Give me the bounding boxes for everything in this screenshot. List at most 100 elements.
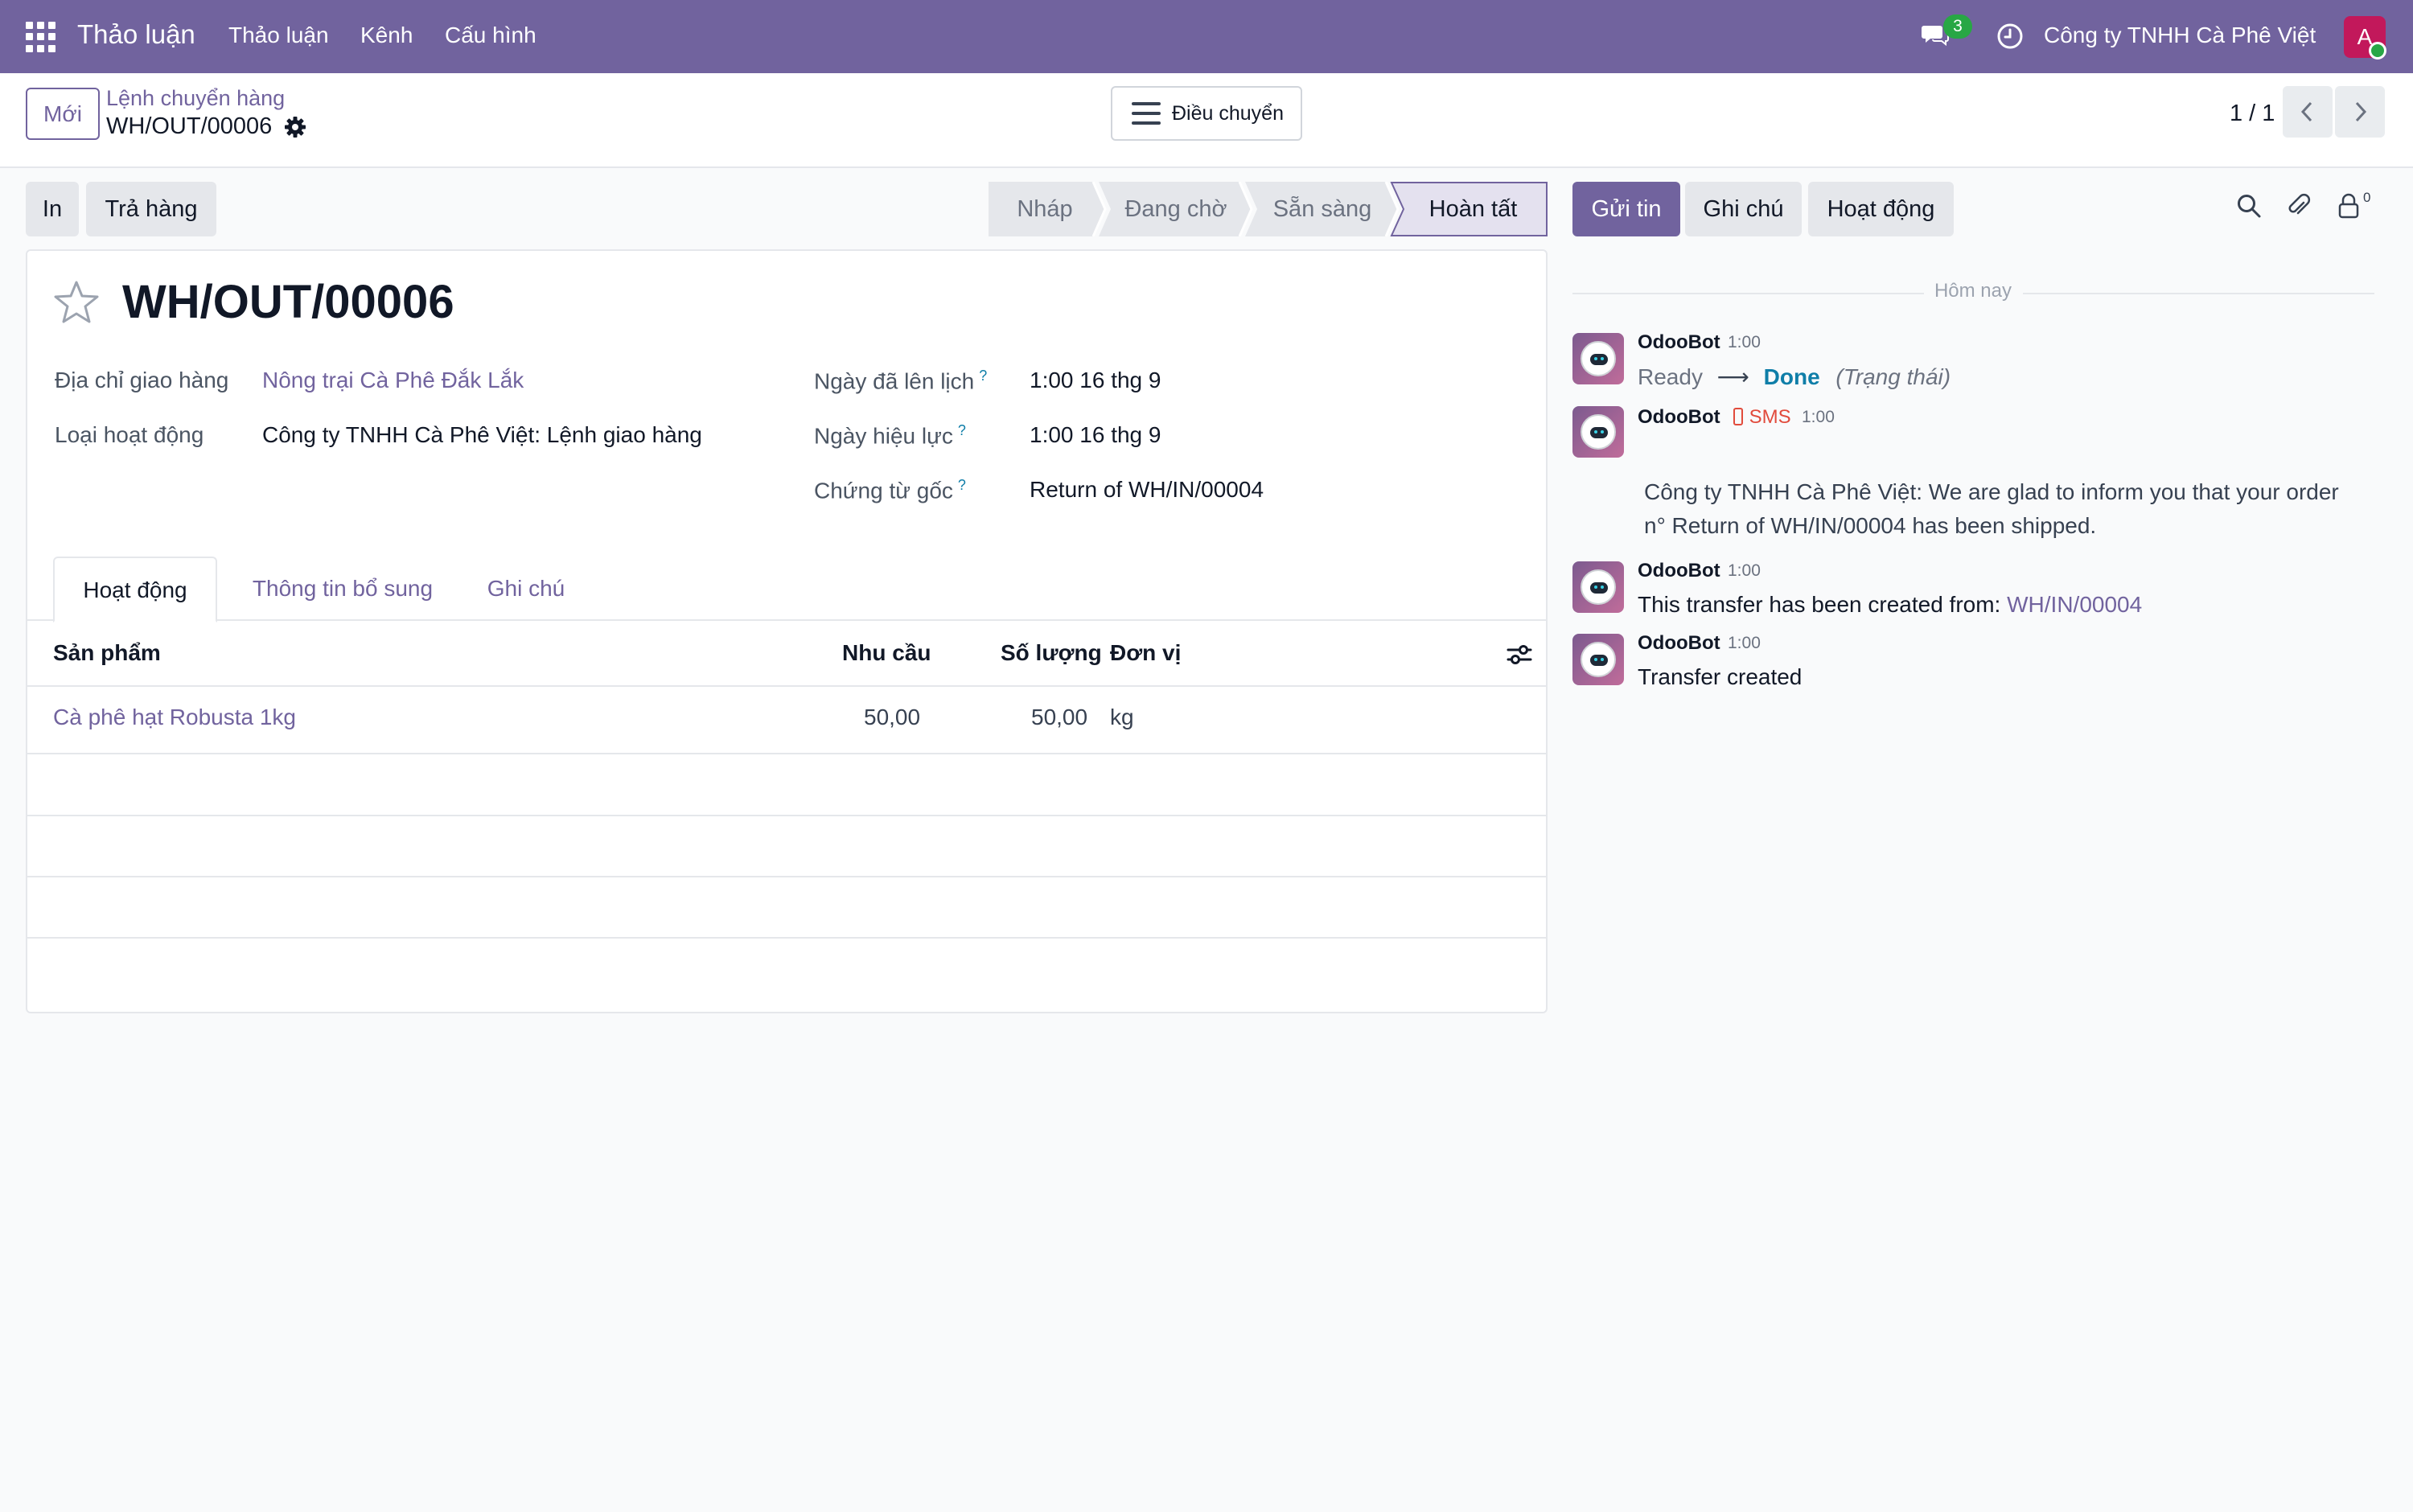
status-step-waiting[interactable]: Đang chờ: [1108, 182, 1244, 236]
app-name[interactable]: Thảo luận: [77, 19, 195, 50]
print-button[interactable]: In: [26, 182, 79, 236]
tracking-new-value: Done: [1763, 364, 1820, 389]
help-tooltip-icon[interactable]: ?: [979, 368, 987, 384]
menu-item-channels[interactable]: Kênh: [360, 23, 413, 48]
paperclip-icon[interactable]: [2286, 193, 2312, 219]
sms-tag: SMS: [1733, 406, 1791, 429]
status-bar: Nháp Đang chờ Sẵn sàng Hoàn tất: [989, 182, 1548, 236]
effective-date-value: 1:00 16 thg 9: [1030, 422, 1161, 447]
status-step-ready[interactable]: Sẵn sàng: [1254, 182, 1391, 236]
tracking-old-value: Ready: [1638, 364, 1703, 389]
clock-icon[interactable]: [1996, 23, 2024, 50]
message-author[interactable]: OdooBot: [1638, 560, 1720, 582]
row-demand: 50,00: [864, 705, 921, 729]
row-product[interactable]: Cà phê hạt Robusta 1kg: [53, 705, 296, 730]
row-unit: kg: [1110, 705, 1134, 729]
column-demand[interactable]: Nhu cầu: [842, 640, 931, 666]
status-step-draft[interactable]: Nháp: [989, 182, 1101, 236]
transfer-menu-label: Điều chuyển: [1172, 101, 1284, 125]
date-separator: Hôm nay: [1572, 278, 2374, 307]
tracking-value-change: Ready ⟶ Done (Trạng thái): [1638, 364, 1951, 390]
effective-date-label-text: Ngày hiệu lực: [814, 423, 953, 449]
column-product[interactable]: Sản phẩm: [53, 640, 161, 666]
control-panel: Mới Lệnh chuyển hàng WH/OUT/00006 Điều c…: [0, 73, 2413, 168]
breadcrumb-parent[interactable]: Lệnh chuyển hàng: [106, 86, 285, 111]
message-body: This transfer has been created from: WH/…: [1638, 592, 2142, 618]
pager-next-button[interactable]: [2335, 86, 2385, 138]
follower-lock-icon[interactable]: [2337, 193, 2360, 219]
table-header: Sản phẩm Nhu cầu Số lượng Đơn vị: [27, 621, 1546, 687]
source-document-value[interactable]: Return of WH/IN/00004: [1030, 477, 1264, 503]
empty-table-row: [27, 816, 1546, 877]
sms-label: SMS: [1749, 406, 1791, 428]
company-switcher[interactable]: Công ty TNHH Cà Phê Việt: [2044, 23, 2316, 48]
date-separator-label: Hôm nay: [1934, 280, 2012, 302]
message-text: Transfer created: [1638, 664, 1803, 689]
settings-sliders-icon[interactable]: [1506, 642, 1533, 668]
effective-date-label: Ngày hiệu lực?: [814, 422, 966, 449]
message-time: 1:00: [1728, 333, 1761, 351]
empty-table-row: [27, 877, 1546, 939]
online-status-dot: [2369, 42, 2386, 60]
transfer-menu-button[interactable]: Điều chuyển: [1111, 86, 1302, 141]
form-sheet: WH/OUT/00006 Địa chỉ giao hàng Nông trại…: [26, 249, 1548, 1013]
arrow-right-icon: ⟶: [1716, 364, 1749, 389]
tab-additional-info[interactable]: Thông tin bổ sung: [245, 557, 441, 621]
avatar[interactable]: [1572, 561, 1624, 613]
help-tooltip-icon[interactable]: ?: [958, 477, 966, 493]
avatar[interactable]: [1572, 406, 1624, 458]
star-icon[interactable]: [53, 280, 100, 325]
help-tooltip-icon[interactable]: ?: [958, 422, 966, 438]
menu-icon: [1132, 102, 1161, 125]
pager-previous-button[interactable]: [2283, 86, 2333, 138]
record-title: WH/OUT/00006: [122, 276, 454, 328]
message-text: This transfer has been created from:: [1638, 592, 2001, 617]
chat-badge: 3: [1943, 14, 1972, 39]
gear-icon[interactable]: [284, 116, 306, 138]
column-quantity[interactable]: Số lượng: [1001, 640, 1102, 666]
menu-item-configuration[interactable]: Cấu hình: [445, 23, 536, 48]
scheduled-date-label-text: Ngày đã lên lịch: [814, 368, 975, 394]
new-button[interactable]: Mới: [26, 88, 100, 140]
apps-grid-icon[interactable]: [26, 22, 56, 52]
search-icon[interactable]: [2236, 193, 2262, 219]
tab-note[interactable]: Ghi chú: [478, 557, 574, 621]
empty-table-row: [27, 754, 1546, 816]
pager-value[interactable]: 1 / 1: [2230, 101, 2275, 127]
chevron-right-icon: [2355, 101, 2367, 122]
activity-button[interactable]: Hoạt động: [1808, 182, 1954, 236]
follower-count: 0: [2363, 190, 2371, 205]
message-author[interactable]: OdooBot: [1638, 632, 1720, 655]
column-unit[interactable]: Đơn vị: [1110, 640, 1181, 666]
scheduled-date-label: Ngày đã lên lịch?: [814, 368, 987, 394]
breadcrumb-current: WH/OUT/00006: [106, 113, 273, 139]
notebook-tabs: Hoạt động Thông tin bổ sung Ghi chú: [27, 557, 1546, 622]
source-document-label: Chứng từ gốc?: [814, 477, 966, 503]
message-author[interactable]: OdooBot: [1638, 331, 1720, 354]
source-document-link[interactable]: WH/IN/00004: [2007, 592, 2142, 617]
top-navbar: Thảo luận Thảo luận Kênh Cấu hình 3 Công…: [0, 0, 2413, 73]
log-note-button[interactable]: Ghi chú: [1685, 182, 1802, 236]
message-time: 1:00: [1802, 408, 1835, 426]
phone-icon: [1733, 408, 1743, 425]
source-document-label-text: Chứng từ gốc: [814, 478, 953, 503]
message-author[interactable]: OdooBot: [1638, 406, 1720, 429]
delivery-address-value[interactable]: Nông trại Cà Phê Đắk Lắk: [262, 368, 524, 393]
avatar[interactable]: [1572, 333, 1624, 384]
message-time: 1:00: [1728, 561, 1761, 580]
table-row[interactable]: Cà phê hạt Robusta 1kg 50,00 50,00 kg: [27, 687, 1546, 754]
message-time: 1:00: [1728, 634, 1761, 652]
chevron-left-icon: [2300, 101, 2312, 122]
scheduled-date-value[interactable]: 1:00 16 thg 9: [1030, 368, 1161, 393]
send-message-button[interactable]: Gửi tin: [1572, 182, 1680, 236]
menu-item-discuss[interactable]: Thảo luận: [228, 23, 329, 48]
avatar[interactable]: [1572, 634, 1624, 685]
tab-operations[interactable]: Hoạt động: [53, 557, 217, 622]
tracking-field-name: (Trạng thái): [1835, 364, 1951, 389]
operation-type-value[interactable]: Công ty TNHH Cà Phê Việt: Lệnh giao hàng: [262, 422, 702, 448]
sms-body-line-2: n° Return of WH/IN/00004 has been shippe…: [1644, 513, 2097, 538]
row-quantity: 50,00: [1031, 705, 1088, 729]
return-button[interactable]: Trả hàng: [86, 182, 216, 236]
delivery-address-label: Địa chỉ giao hàng: [55, 368, 229, 392]
operation-type-label: Loại hoạt động: [55, 422, 204, 447]
